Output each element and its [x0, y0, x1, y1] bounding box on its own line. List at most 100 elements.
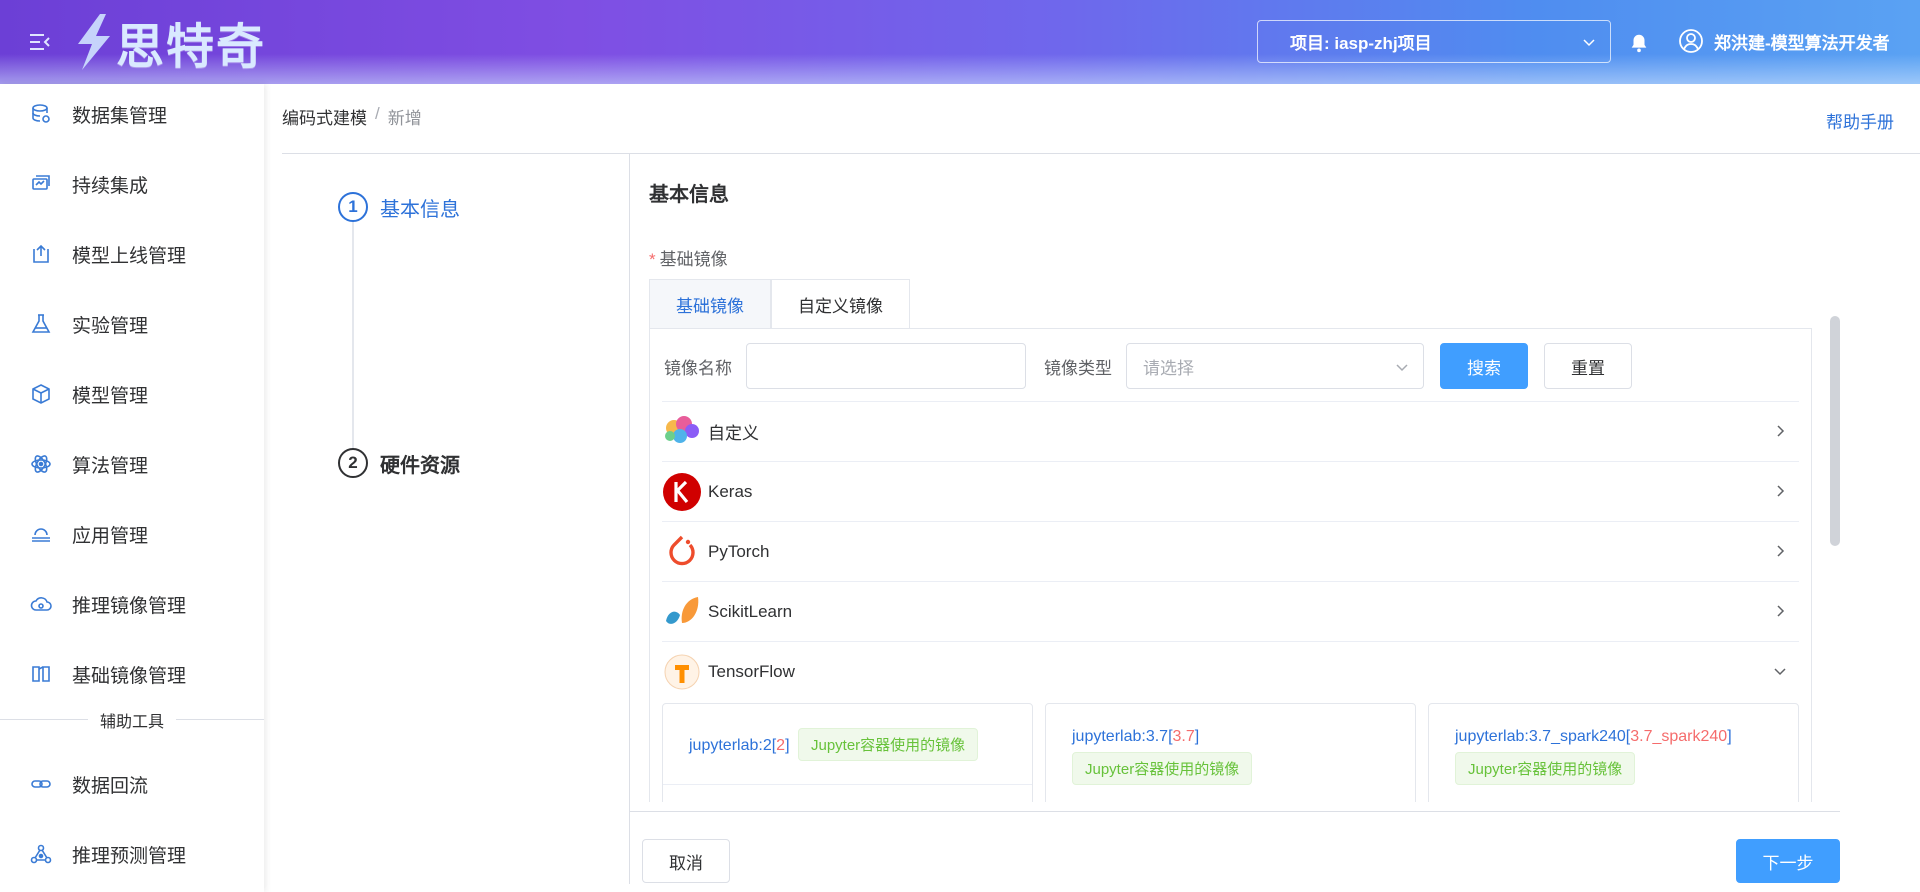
user-avatar-icon — [1679, 29, 1703, 53]
sidebar-item-label: 持续集成 — [72, 175, 149, 197]
menu-fold-icon[interactable] — [28, 30, 52, 54]
sidebar-item-experiment[interactable]: 实验管理 — [0, 294, 264, 354]
sidebar-item-inference-image[interactable]: 推理镜像管理 — [0, 574, 264, 634]
link-icon — [31, 780, 51, 788]
search-row: 镜像名称 镜像类型 请选择 搜索 重置 — [664, 343, 1632, 389]
sidebar-item-label: 实验管理 — [72, 315, 149, 337]
tab-custom-image[interactable]: 自定义镜像 — [771, 279, 910, 329]
image-card-list: jupyterlab:2[2] Jupyter容器使用的镜像 jupyterla… — [662, 703, 1799, 802]
framework-item-scikitlearn[interactable]: ScikitLearn — [662, 581, 1799, 641]
next-step-button[interactable]: 下一步 — [1736, 839, 1840, 883]
panel-divider — [629, 154, 630, 884]
step-label: 硬件资源 — [380, 454, 460, 477]
cloud-stack-icon — [32, 528, 50, 542]
integration-icon — [32, 175, 50, 190]
image-tag: jupyterlab:3.7[3.7] — [1072, 728, 1200, 745]
help-manual-link[interactable]: 帮助手册 — [1826, 108, 1894, 133]
required-mark: * — [649, 250, 656, 269]
image-type-label: 镜像类型 — [1044, 358, 1112, 378]
image-card[interactable]: jupyterlab:3.7[3.7] Jupyter容器使用的镜像 — [1045, 703, 1416, 802]
image-badge: Jupyter容器使用的镜像 — [1072, 752, 1253, 785]
header-wave-decoration — [0, 54, 1920, 84]
step-basic-info: 1 基本信息 — [338, 192, 460, 222]
atom-icon — [31, 455, 51, 473]
upload-icon — [33, 244, 49, 263]
sidebar-item-label: 模型管理 — [72, 385, 149, 407]
chevron-right-icon — [1777, 425, 1785, 437]
sidebar-item-dataset[interactable]: 数据集管理 — [0, 84, 264, 144]
tensorflow-logo-icon — [662, 652, 702, 692]
keras-logo-icon — [662, 472, 702, 512]
sidebar-item-label: 模型上线管理 — [72, 245, 187, 267]
top-header: 思特奇 项目: iasp-zhj项目 郑洪建-模型算法开发者 — [0, 0, 1920, 84]
sidebar-item-model[interactable]: 模型管理 — [0, 364, 264, 424]
sidebar-item-label: 推理预测管理 — [72, 845, 187, 867]
framework-name: TensorFlow — [708, 661, 795, 681]
image-name-label: 镜像名称 — [664, 358, 732, 378]
chevron-right-icon — [1777, 605, 1785, 617]
image-tag: jupyterlab:2[2] — [689, 737, 790, 754]
framework-item-keras[interactable]: Keras — [662, 461, 1799, 521]
reset-button[interactable]: 重置 — [1544, 343, 1632, 389]
steps-panel: 1 基本信息 2 硬件资源 — [282, 154, 630, 884]
sidebar-item-data-backflow[interactable]: 数据回流 — [0, 754, 264, 814]
search-button[interactable]: 搜索 — [1440, 343, 1528, 389]
sidebar-item-algorithm[interactable]: 算法管理 — [0, 434, 264, 494]
sidebar-item-model-deploy[interactable]: 模型上线管理 — [0, 224, 264, 284]
breadcrumb-separator: / — [375, 104, 380, 123]
sidebar-item-inference-predict[interactable]: 推理预测管理 — [0, 824, 264, 884]
image-badge: Jupyter容器使用的镜像 — [797, 728, 979, 761]
breadcrumb-parent[interactable]: 编码式建模 — [282, 104, 367, 129]
sidebar: 数据集管理 持续集成 模型上线管理 实验管理 模型管理 算法管理 应用管理 推理… — [0, 84, 264, 892]
image-type-placeholder: 请选择 — [1143, 358, 1194, 378]
framework-item-tensorflow[interactable]: TensorFlow — [662, 641, 1799, 701]
logo-text: 思特奇 — [116, 19, 267, 75]
book-icon — [32, 666, 50, 682]
sidebar-item-label: 应用管理 — [72, 525, 149, 547]
lightning-logo-icon — [78, 14, 110, 70]
image-card[interactable]: jupyterlab:3.7_spark240[3.7_spark240] Ju… — [1428, 703, 1799, 802]
image-card[interactable]: jupyterlab:2[2] Jupyter容器使用的镜像 — [662, 703, 1033, 802]
database-icon — [32, 104, 50, 123]
framework-name: ScikitLearn — [708, 601, 793, 621]
sidebar-item-label: 基础镜像管理 — [72, 665, 187, 687]
framework-item-custom[interactable]: 自定义 — [662, 401, 1799, 461]
sidebar-item-base-image[interactable]: 基础镜像管理 — [0, 644, 264, 704]
brand-logo: 思特奇 — [70, 10, 267, 75]
pytorch-logo-icon — [662, 532, 702, 572]
sidebar-group-divider: 辅助工具 — [0, 704, 264, 734]
framework-list: 自定义 Keras PyTorch ScikitLearn TensorFlow — [662, 401, 1799, 701]
sidebar-item-label: 数据集管理 — [72, 105, 168, 127]
user-menu[interactable]: 郑洪建-模型算法开发者 — [1678, 28, 1890, 54]
field-label-text: 基础镜像 — [659, 250, 728, 269]
cube-icon — [32, 384, 50, 404]
image-type-select[interactable]: 请选择 — [1126, 343, 1424, 389]
flask-icon — [31, 314, 51, 333]
vertical-scrollbar[interactable] — [1830, 316, 1840, 546]
chevron-down-icon — [1396, 364, 1408, 372]
cancel-button[interactable]: 取消 — [642, 839, 730, 883]
tab-base-image[interactable]: 基础镜像 — [649, 279, 771, 329]
step-hardware: 2 硬件资源 — [338, 448, 460, 478]
scikitlearn-logo-icon — [662, 592, 702, 632]
sidebar-item-application[interactable]: 应用管理 — [0, 504, 264, 564]
custom-brain-icon — [662, 412, 702, 452]
step-connector-line — [352, 220, 354, 452]
project-select-value: 项目: iasp-zhj项目 — [1290, 34, 1432, 53]
network-icon — [30, 844, 52, 864]
project-select[interactable]: 项目: iasp-zhj项目 — [1257, 20, 1611, 63]
framework-name: Keras — [708, 481, 753, 501]
sidebar-item-label: 数据回流 — [72, 775, 149, 797]
framework-item-pytorch[interactable]: PyTorch — [662, 521, 1799, 581]
sidebar-item-label: 算法管理 — [72, 455, 149, 477]
user-name: 郑洪建-模型算法开发者 — [1714, 33, 1890, 53]
framework-name: PyTorch — [708, 541, 770, 561]
tab-panel: 镜像名称 镜像类型 请选择 搜索 重置 自定义 Keras PyTorch Sc… — [649, 328, 1812, 802]
bell-icon[interactable] — [1628, 32, 1650, 54]
sidebar-item-label: 推理镜像管理 — [72, 595, 187, 617]
card-divider — [663, 784, 1032, 785]
image-name-input[interactable] — [746, 343, 1026, 389]
sidebar-item-ci[interactable]: 持续集成 — [0, 154, 264, 214]
image-badge: Jupyter容器使用的镜像 — [1455, 752, 1636, 785]
breadcrumb-current: 新增 — [387, 109, 422, 128]
